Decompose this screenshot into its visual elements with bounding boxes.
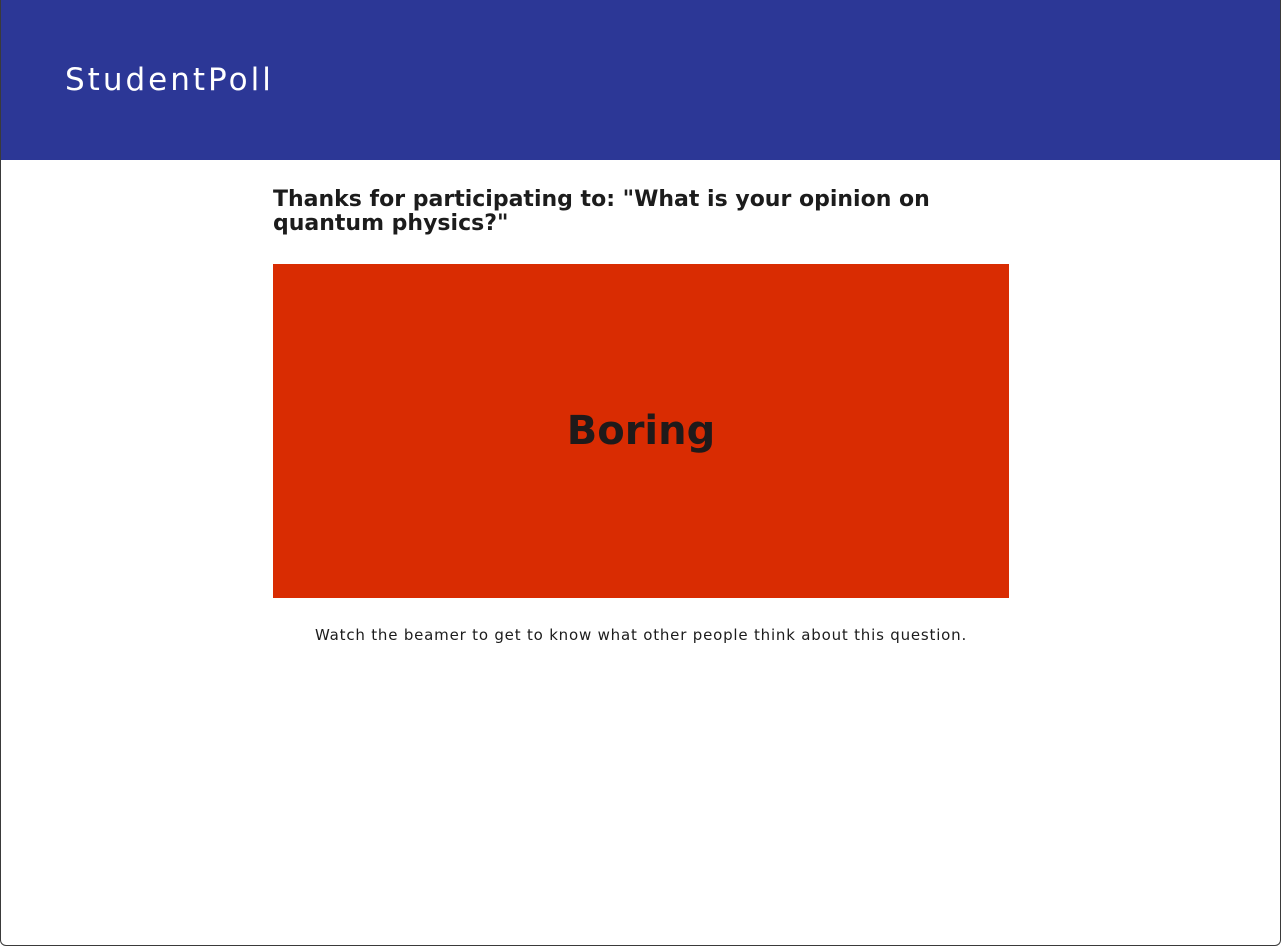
- brand-logo[interactable]: StudentPoll: [65, 58, 274, 102]
- selected-answer-card: Boring: [273, 264, 1009, 598]
- poll-confirmation: Thanks for participating to: "What is yo…: [273, 187, 1009, 644]
- selected-answer-label: Boring: [566, 408, 716, 454]
- top-header: StudentPoll: [1, 0, 1280, 160]
- app-window: StudentPoll Thanks for participating to:…: [0, 0, 1281, 946]
- thanks-heading: Thanks for participating to: "What is yo…: [273, 187, 930, 236]
- beamer-note: Watch the beamer to get to know what oth…: [314, 626, 968, 644]
